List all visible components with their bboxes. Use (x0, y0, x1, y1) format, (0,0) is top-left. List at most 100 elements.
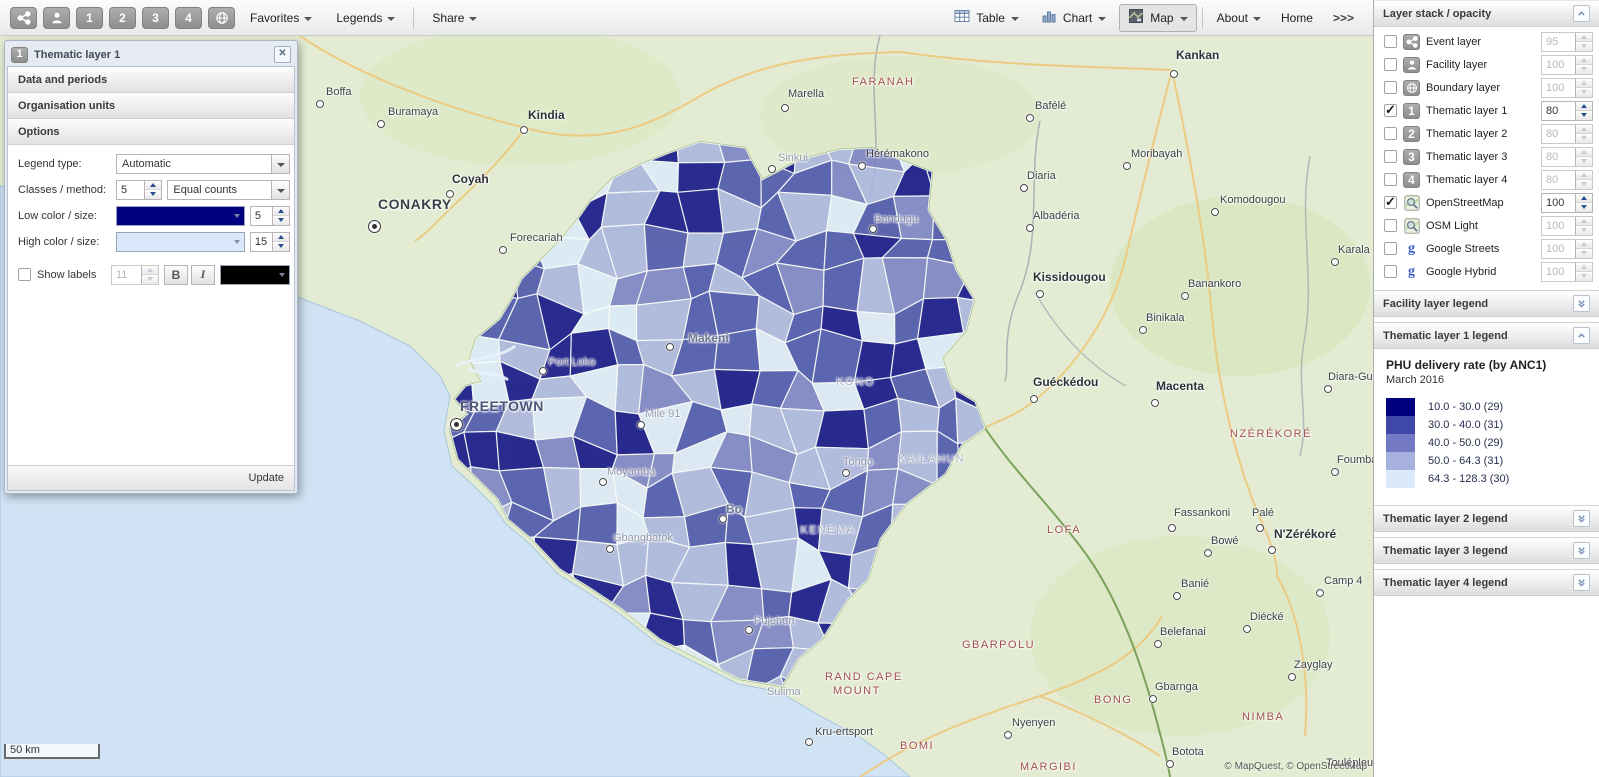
high-size-stepper[interactable]: 15 (249, 231, 290, 252)
legend-type-select[interactable]: Automatic (116, 153, 290, 174)
thematic-layer-2-icon[interactable]: 2 (109, 6, 136, 29)
layer-visibility-checkbox[interactable] (1384, 127, 1397, 140)
label-font-size-stepper[interactable]: 11 (111, 264, 159, 285)
low-color-picker[interactable] (116, 205, 245, 226)
layer-opacity-spinner[interactable] (1575, 101, 1592, 120)
thematic-layer-1-icon: 1 (1403, 102, 1420, 119)
section-data-and-periods[interactable]: Data and periods (8, 67, 294, 93)
thematic-layer-4-icon[interactable]: 4 (175, 6, 202, 29)
bold-button[interactable]: B (164, 264, 188, 285)
layer-opacity-spinner[interactable] (1575, 32, 1592, 51)
layer-opacity-spinner[interactable] (1575, 239, 1592, 258)
chevron-down-icon[interactable] (271, 154, 289, 173)
classes-stepper[interactable]: 5 (116, 179, 163, 200)
expand-icon[interactable] (1573, 295, 1590, 312)
legends-menu[interactable]: Legends (327, 6, 404, 30)
map-label: N'Zérékoré (1274, 527, 1337, 541)
layer-opacity-stepper[interactable]: 100 (1541, 238, 1593, 259)
thematic2-legend-header[interactable]: Thematic layer 2 legend (1374, 505, 1599, 532)
about-menu-label: About (1216, 10, 1248, 25)
thematic-layer-2-icon: 2 (1403, 125, 1420, 142)
boundary-icon[interactable] (208, 6, 235, 29)
thematic-layer-3-icon[interactable]: 3 (142, 6, 169, 29)
layer-visibility-checkbox[interactable] (1384, 35, 1397, 48)
collapse-icon[interactable] (1573, 5, 1590, 22)
low-size-spinner[interactable] (272, 206, 289, 225)
more-toolbar-link[interactable]: >>> (1324, 11, 1363, 25)
layer-opacity-stepper[interactable]: 80 (1541, 123, 1593, 144)
event-icon[interactable] (10, 6, 37, 29)
layer-opacity-stepper[interactable]: 100 (1541, 54, 1593, 75)
layer-visibility-checkbox[interactable] (1384, 219, 1397, 232)
label-font-size-spinner[interactable] (141, 265, 158, 284)
layer-opacity-stepper[interactable]: 100 (1541, 215, 1593, 236)
chevron-down-icon (469, 16, 478, 21)
thematic-layer-1-icon[interactable]: 1 (76, 6, 103, 29)
layer-opacity-spinner[interactable] (1575, 170, 1592, 189)
expand-icon[interactable] (1573, 510, 1590, 527)
layer-visibility-checkbox[interactable] (1384, 194, 1397, 210)
layer-visibility-checkbox[interactable] (1384, 150, 1397, 163)
facility-icon[interactable] (43, 6, 70, 29)
chevron-down-icon[interactable] (271, 180, 289, 199)
layer-opacity-stepper[interactable]: 80 (1541, 146, 1593, 167)
layer-opacity-spinner[interactable] (1575, 193, 1592, 212)
low-size-stepper[interactable]: 5 (249, 205, 290, 226)
layer-visibility-checkbox[interactable] (1384, 265, 1397, 278)
layer-opacity-spinner[interactable] (1575, 147, 1592, 166)
label-color-picker[interactable] (220, 264, 290, 285)
chart-view-button[interactable]: Chart (1032, 4, 1115, 32)
collapse-icon[interactable] (1573, 327, 1590, 344)
city-marker (599, 478, 607, 486)
boundary-icon (1403, 79, 1420, 96)
table-view-button[interactable]: Table (945, 4, 1028, 32)
map-view-button[interactable]: Map (1119, 3, 1197, 32)
method-select[interactable]: Equal counts (167, 179, 290, 200)
layer-opacity-spinner[interactable] (1575, 216, 1592, 235)
high-size-spinner[interactable] (272, 232, 289, 251)
window-titlebar[interactable]: 1 Thematic layer 1 ✕ (7, 43, 295, 66)
city-marker (1151, 399, 1159, 407)
show-labels-checkbox[interactable] (18, 268, 31, 281)
about-menu[interactable]: About (1208, 6, 1270, 30)
city-marker (1173, 592, 1181, 600)
thematic4-legend-header[interactable]: Thematic layer 4 legend (1374, 569, 1599, 596)
layer-visibility-checkbox[interactable] (1384, 173, 1397, 186)
layer-visibility-checkbox[interactable] (1384, 102, 1397, 118)
city-marker (719, 515, 727, 523)
close-icon[interactable]: ✕ (274, 46, 291, 63)
layer-visibility-checkbox[interactable] (1384, 242, 1397, 255)
legend-section-title: Thematic layer 1 legend (1383, 329, 1508, 342)
home-link[interactable]: Home (1272, 11, 1322, 25)
layer-stack-header[interactable]: Layer stack / opacity (1374, 0, 1599, 27)
favorites-menu[interactable]: Favorites (241, 6, 321, 30)
italic-button[interactable]: I (191, 264, 215, 285)
city-marker (805, 738, 813, 746)
layer-visibility-checkbox[interactable] (1384, 58, 1397, 71)
toolbar-separator (413, 6, 415, 29)
layer-opacity-stepper[interactable]: 95 (1541, 31, 1593, 52)
layer-opacity-spinner[interactable] (1575, 124, 1592, 143)
high-size-value: 15 (254, 235, 268, 248)
thematic3-legend-header[interactable]: Thematic layer 3 legend (1374, 537, 1599, 564)
layer-visibility-checkbox[interactable] (1384, 81, 1397, 94)
section-options[interactable]: Options (8, 119, 294, 145)
layer-opacity-stepper[interactable]: 100 (1541, 192, 1593, 213)
layer-opacity-stepper[interactable]: 100 (1541, 77, 1593, 98)
layer-opacity-spinner[interactable] (1575, 55, 1592, 74)
expand-icon[interactable] (1573, 574, 1590, 591)
facility-legend-header[interactable]: Facility layer legend (1374, 290, 1599, 317)
map-label: Belefanai (1160, 626, 1206, 638)
expand-icon[interactable] (1573, 542, 1590, 559)
layer-opacity-stepper[interactable]: 100 (1541, 261, 1593, 282)
update-button[interactable]: Update (249, 472, 284, 484)
thematic1-legend-header[interactable]: Thematic layer 1 legend (1374, 322, 1599, 349)
layer-opacity-stepper[interactable]: 80 (1541, 100, 1593, 121)
section-organisation-units[interactable]: Organisation units (8, 93, 294, 119)
classes-spinner[interactable] (144, 180, 162, 199)
high-color-picker[interactable] (116, 231, 245, 252)
layer-opacity-spinner[interactable] (1575, 262, 1592, 281)
share-menu[interactable]: Share (423, 6, 486, 30)
layer-opacity-spinner[interactable] (1575, 78, 1592, 97)
layer-opacity-stepper[interactable]: 80 (1541, 169, 1593, 190)
